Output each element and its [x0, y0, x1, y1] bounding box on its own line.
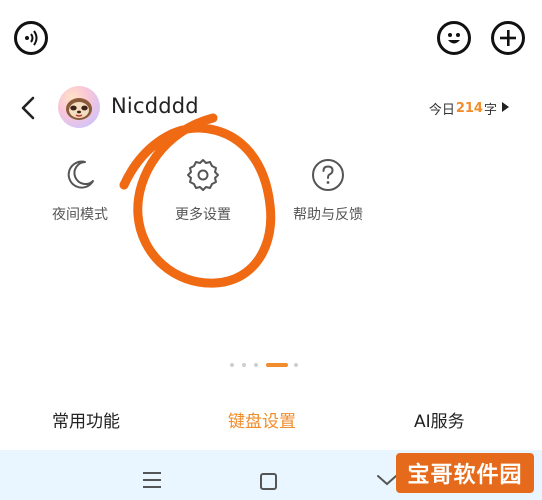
moon-icon [67, 160, 94, 189]
top-bar [0, 0, 542, 82]
caret-right-icon[interactable] [502, 102, 509, 112]
tab-keyboard-settings[interactable]: 键盘设置 [228, 407, 296, 432]
home-icon[interactable] [260, 473, 277, 490]
help-feedback-button[interactable]: 帮助与反馈 [273, 157, 383, 224]
tab-common-functions[interactable]: 常用功能 [52, 407, 120, 432]
back-button[interactable] [18, 95, 40, 121]
page-dot [230, 363, 234, 367]
bottom-tabs: 常用功能 键盘设置 AI服务 [0, 397, 542, 439]
plus-icon[interactable] [491, 21, 525, 55]
chevron-down-icon[interactable] [376, 472, 398, 491]
question-icon [312, 159, 344, 191]
page-indicator [230, 362, 310, 370]
page-dot [294, 363, 298, 367]
today-suffix: 字 [483, 103, 497, 118]
username[interactable]: Nicdddd [111, 94, 199, 118]
menu-icon[interactable] [143, 472, 161, 493]
night-mode-label: 夜间模式 [52, 207, 108, 223]
page-dot [254, 363, 258, 367]
more-settings-button[interactable]: 更多设置 [148, 157, 258, 224]
watermark: 宝哥软件园 [396, 453, 534, 493]
night-mode-button[interactable]: 夜间模式 [25, 157, 135, 224]
page-dot-active [266, 363, 288, 367]
voice-icon[interactable] [14, 21, 48, 55]
help-feedback-label: 帮助与反馈 [293, 207, 363, 223]
today-prefix: 今日 [428, 103, 455, 118]
account-header: Nicdddd 今日 214 字 [0, 82, 542, 134]
sloth-avatar-icon [66, 98, 92, 120]
tab-ai-services[interactable]: AI服务 [414, 407, 465, 432]
today-count-value: 214 [455, 101, 483, 116]
page-dot [242, 363, 246, 367]
avatar[interactable] [58, 86, 100, 128]
emoji-icon[interactable] [437, 21, 471, 55]
more-settings-label: 更多设置 [175, 207, 231, 223]
gear-icon [187, 159, 219, 191]
chevron-left-icon [21, 96, 35, 120]
today-word-count[interactable]: 今日 214 字 [429, 99, 497, 118]
